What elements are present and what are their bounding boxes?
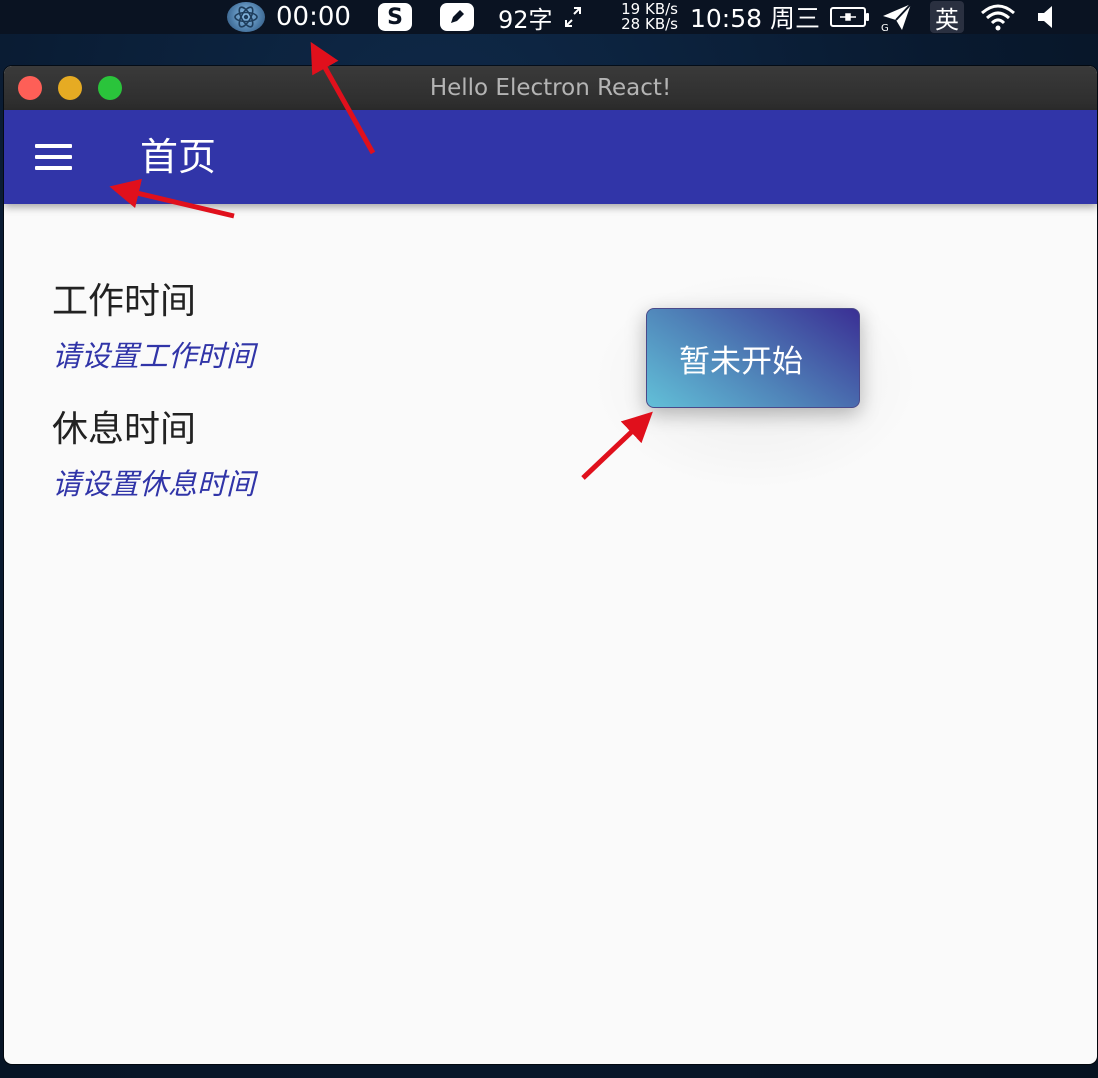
svg-text:G: G	[881, 23, 889, 32]
pen-icon[interactable]	[440, 0, 474, 34]
start-timer-button[interactable]: 暂未开始	[646, 308, 860, 408]
volume-icon[interactable]	[1036, 0, 1058, 34]
work-time-setting-link[interactable]: 请设置工作时间	[52, 338, 255, 374]
net-down: 28 KB/s	[621, 15, 678, 33]
sogou-icon[interactable]: S	[378, 0, 412, 34]
wifi-icon[interactable]	[978, 0, 1018, 34]
app-bar: 首页	[4, 110, 1097, 204]
expand-icon[interactable]	[564, 0, 582, 34]
send-icon[interactable]: G	[880, 0, 914, 34]
tray-timer[interactable]: 00:00	[276, 0, 351, 34]
rest-time-setting-link[interactable]: 请设置休息时间	[52, 466, 255, 502]
clock[interactable]: 10:58 周三	[690, 0, 820, 34]
rest-time-label: 休息时间	[52, 409, 197, 450]
sogou-glyph: S	[378, 3, 412, 31]
net-speed[interactable]: 19 KB/s 28 KB/s	[610, 0, 678, 34]
window-title: Hello Electron React!	[429, 75, 672, 101]
atom-icon[interactable]	[226, 0, 266, 34]
battery-icon[interactable]	[830, 0, 869, 34]
ime-indicator[interactable]: 英	[930, 1, 964, 34]
page-title: 首页	[140, 135, 217, 179]
menu-bar: 00:00 S 92字 19 KB/s 28 KB/s 10:58 周三 G 英	[0, 0, 1098, 34]
word-count[interactable]: 92字	[498, 0, 553, 34]
app-window: Hello Electron React! 首页 工作时间 请设置工作时间 休息…	[4, 66, 1097, 1064]
work-time-label: 工作时间	[52, 281, 197, 322]
hamburger-menu-icon[interactable]	[30, 134, 76, 180]
title-bar[interactable]: Hello Electron React!	[4, 66, 1097, 111]
